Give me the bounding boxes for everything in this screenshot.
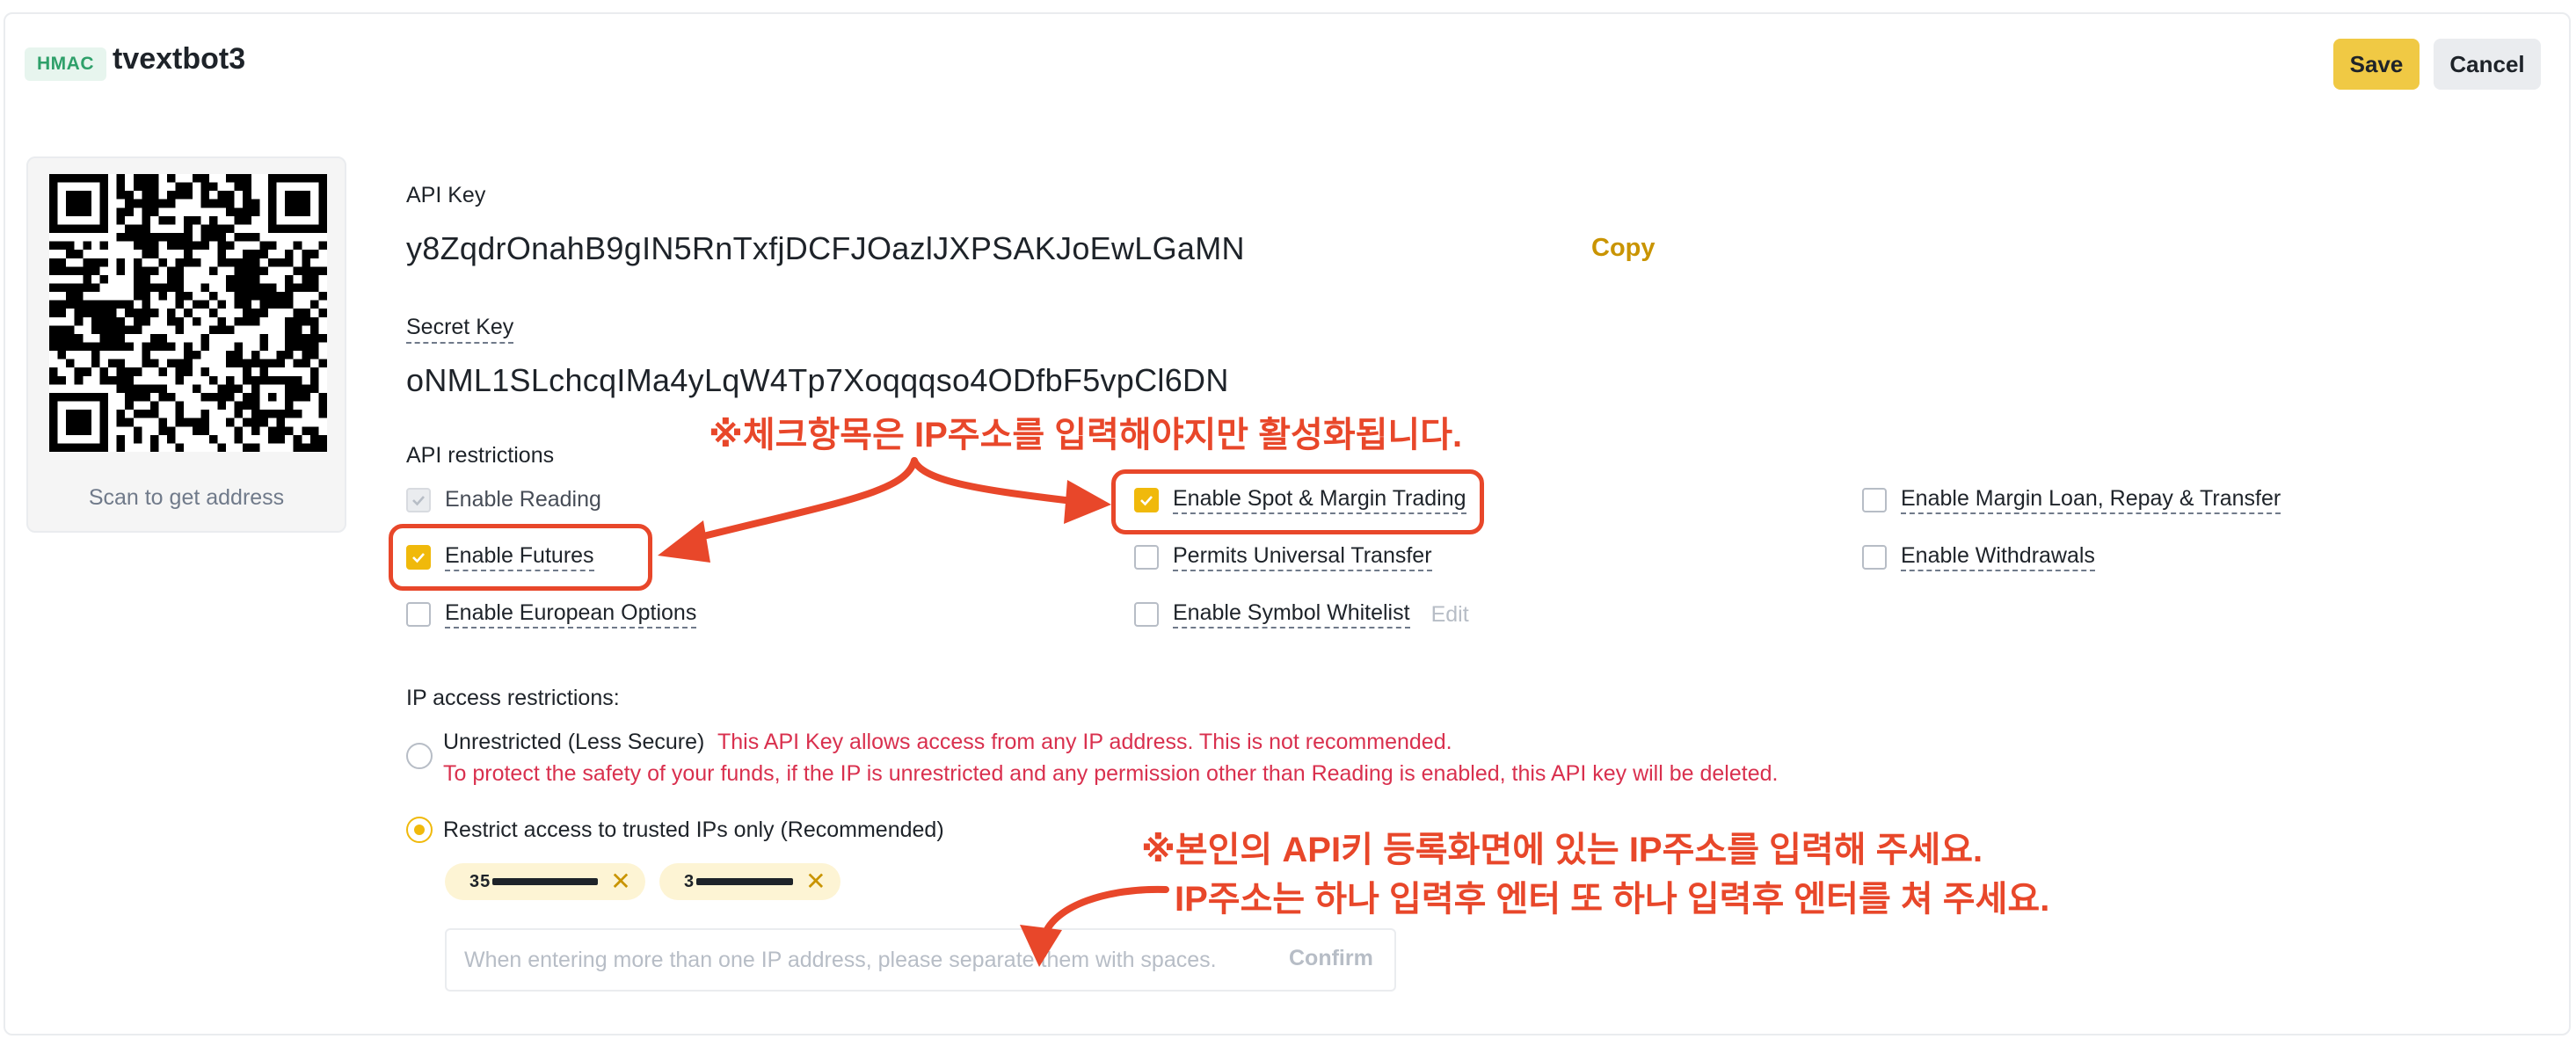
checkbox-enable-symbol-whitelist[interactable]: Enable Symbol Whitelist Edit bbox=[1134, 599, 1469, 629]
ip-tag-text: 35 bbox=[469, 871, 491, 891]
cancel-button[interactable]: Cancel bbox=[2434, 39, 2541, 90]
redaction-mark bbox=[492, 878, 599, 885]
ip-address-input[interactable] bbox=[464, 930, 1255, 990]
annotation-highlight-futures bbox=[389, 524, 652, 591]
save-button[interactable]: Save bbox=[2333, 39, 2420, 90]
checkbox-permits-universal-transfer[interactable]: Permits Universal Transfer bbox=[1134, 542, 1432, 572]
restricted-label: Restrict access to trusted IPs only (Rec… bbox=[443, 817, 944, 842]
checkbox-empty-icon bbox=[406, 602, 431, 627]
checkbox-empty-icon bbox=[1134, 545, 1159, 570]
unrestricted-warning: This API Key allows access from any IP a… bbox=[717, 730, 1452, 754]
annotation-note-bottom-1: ※본인의 API키 등록화면에 있는 IP주소를 입력해 주세요. bbox=[1141, 831, 1983, 869]
qr-code-image bbox=[49, 174, 327, 452]
confirm-ip-button[interactable]: Confirm bbox=[1289, 946, 1373, 971]
checkbox-label: Enable Margin Loan, Repay & Transfer bbox=[1901, 486, 2281, 514]
ip-address-field: Confirm bbox=[445, 928, 1396, 992]
checkbox-label: Enable Reading bbox=[445, 487, 601, 512]
checkbox-enable-european-options[interactable]: Enable European Options bbox=[406, 599, 697, 629]
secret-key-value: oNML1SLchcqIMa4yLqW4Tp7Xoqqqso4ODfbF5vpC… bbox=[406, 362, 1229, 398]
api-restrictions-label: API restrictions bbox=[406, 443, 555, 468]
edit-whitelist-link[interactable]: Edit bbox=[1431, 602, 1469, 628]
checkbox-enable-withdrawals[interactable]: Enable Withdrawals bbox=[1862, 542, 2095, 572]
api-key-name: tvextbot3 bbox=[113, 42, 246, 76]
checkbox-label: Enable European Options bbox=[445, 600, 697, 628]
api-key-value: y8ZqdrOnahB9gIN5RnTxfjDCFJOazlJXPSAKJoEw… bbox=[406, 230, 1245, 266]
redaction-mark bbox=[696, 878, 794, 885]
checkbox-checked-disabled-icon bbox=[406, 488, 431, 512]
ip-tag-text: 3 bbox=[684, 871, 695, 891]
checkbox-empty-icon bbox=[1862, 488, 1887, 512]
annotation-highlight-spot-trading bbox=[1111, 469, 1484, 534]
radio-unrestricted[interactable] bbox=[406, 743, 433, 769]
radio-restricted[interactable] bbox=[406, 817, 433, 843]
api-key-label: API Key bbox=[406, 183, 486, 207]
hmac-badge: HMAC bbox=[25, 47, 106, 81]
checkbox-label: Enable Symbol Whitelist bbox=[1173, 600, 1410, 628]
checkbox-enable-margin-loan[interactable]: Enable Margin Loan, Repay & Transfer bbox=[1862, 485, 2281, 515]
remove-ip-icon[interactable]: ✕ bbox=[610, 869, 630, 894]
qr-panel: Scan to get address bbox=[26, 156, 346, 533]
ip-tag: 3 ✕ bbox=[659, 863, 840, 900]
annotation-note-bottom-2: IP주소는 하나 입력후 엔터 또 하나 입력후 엔터를 쳐 주세요. bbox=[1175, 880, 2050, 919]
copy-api-key-button[interactable]: Copy bbox=[1591, 234, 1655, 263]
checkbox-label: Enable Withdrawals bbox=[1901, 543, 2095, 571]
qr-caption: Scan to get address bbox=[88, 485, 285, 510]
remove-ip-icon[interactable]: ✕ bbox=[805, 869, 826, 894]
unrestricted-label: Unrestricted (Less Secure) bbox=[443, 730, 705, 754]
checkbox-empty-icon bbox=[1134, 602, 1159, 627]
ip-tag: 35 ✕ bbox=[445, 863, 645, 900]
checkbox-enable-reading[interactable]: Enable Reading bbox=[406, 485, 601, 515]
annotation-note-top: ※체크항목은 IP주소를 입력해야지만 활성화됩니다. bbox=[709, 416, 1463, 454]
unrestricted-deletion-warning: To protect the safety of your funds, if … bbox=[443, 761, 1779, 786]
ip-access-label: IP access restrictions: bbox=[406, 686, 620, 710]
secret-key-label: Secret Key bbox=[406, 315, 514, 344]
checkbox-empty-icon bbox=[1862, 545, 1887, 570]
checkbox-label: Permits Universal Transfer bbox=[1173, 543, 1432, 571]
